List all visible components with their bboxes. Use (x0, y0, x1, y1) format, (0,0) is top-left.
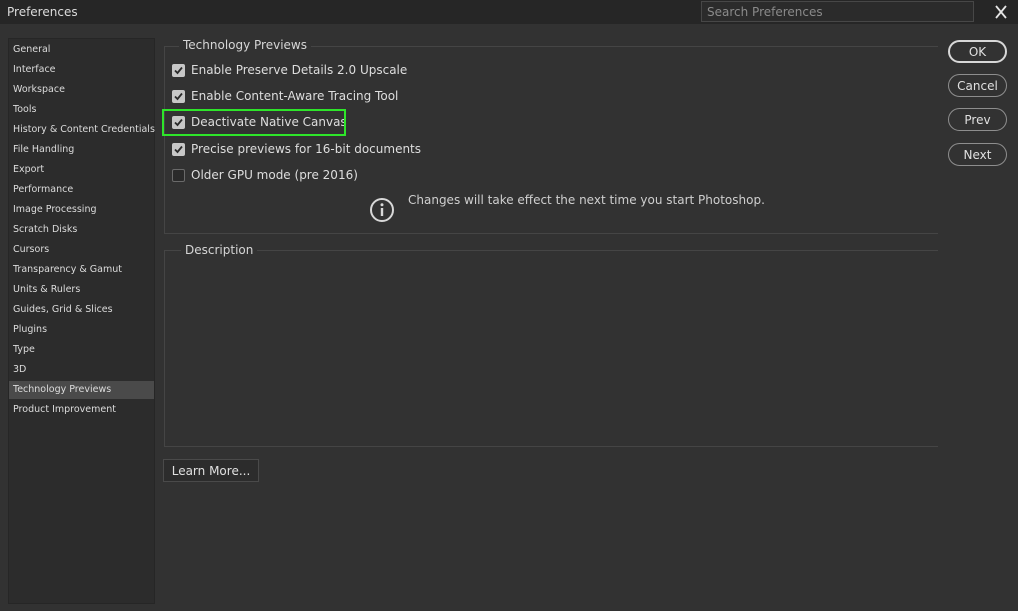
sidebar-item-scratch-disks[interactable]: Scratch Disks (9, 221, 154, 239)
close-icon[interactable] (991, 3, 1011, 21)
sidebar-item-cursors[interactable]: Cursors (9, 241, 154, 259)
checkbox-checked-icon[interactable] (172, 89, 185, 103)
sidebar-item-transparency[interactable]: Transparency & Gamut (9, 261, 154, 279)
option-label: Precise previews for 16-bit documents (191, 142, 422, 156)
cancel-button[interactable]: Cancel (948, 74, 1007, 97)
sidebar-item-type[interactable]: Type (9, 341, 154, 359)
checkbox-checked-icon[interactable] (172, 63, 185, 77)
ok-button[interactable]: OK (948, 40, 1007, 63)
sidebar-item-performance[interactable]: Performance (9, 181, 154, 199)
option-label: Older GPU mode (pre 2016) (191, 168, 358, 182)
sidebar-item-3d[interactable]: 3D (9, 361, 154, 379)
checkbox-unchecked-icon[interactable] (172, 168, 185, 182)
sidebar-item-history[interactable]: History & Content Credentials (9, 121, 155, 139)
sidebar-item-product-improvement[interactable]: Product Improvement (9, 401, 154, 419)
window-title: Preferences (7, 5, 78, 19)
option-content-aware-tracing[interactable]: Enable Content-Aware Tracing Tool (172, 87, 398, 105)
sidebar-item-plugins[interactable]: Plugins (9, 321, 154, 339)
sidebar-item-workspace[interactable]: Workspace (9, 81, 154, 99)
info-message: Changes will take effect the next time y… (408, 193, 765, 207)
info-icon (369, 197, 395, 223)
option-older-gpu-mode[interactable]: Older GPU mode (pre 2016) (172, 166, 358, 184)
learn-more-button[interactable]: Learn More... (163, 459, 259, 482)
highlight-box (162, 109, 346, 136)
sidebar: General Interface Workspace Tools Histor… (8, 38, 155, 604)
option-preserve-details[interactable]: Enable Preserve Details 2.0 Upscale (172, 61, 407, 79)
sidebar-item-export[interactable]: Export (9, 161, 154, 179)
checkbox-checked-icon[interactable] (172, 142, 185, 156)
sidebar-item-interface[interactable]: Interface (9, 61, 154, 79)
title-bar: Preferences (0, 0, 1018, 24)
next-button[interactable]: Next (948, 143, 1007, 166)
sidebar-item-units-rulers[interactable]: Units & Rulers (9, 281, 154, 299)
sidebar-item-file-handling[interactable]: File Handling (9, 141, 154, 159)
sidebar-item-tools[interactable]: Tools (9, 101, 154, 119)
sidebar-item-general[interactable]: General (9, 41, 154, 59)
search-input[interactable] (701, 1, 974, 22)
sidebar-item-guides[interactable]: Guides, Grid & Slices (9, 301, 154, 319)
option-precise-previews[interactable]: Precise previews for 16-bit documents (172, 140, 421, 158)
description-group (164, 250, 938, 447)
option-label: Enable Content-Aware Tracing Tool (191, 89, 399, 103)
sidebar-item-technology-previews[interactable]: Technology Previews (9, 381, 154, 399)
technology-previews-title: Technology Previews (179, 38, 311, 52)
sidebar-item-image-processing[interactable]: Image Processing (9, 201, 154, 219)
prev-button[interactable]: Prev (948, 108, 1007, 131)
option-label: Enable Preserve Details 2.0 Upscale (191, 63, 408, 77)
description-title: Description (181, 243, 258, 257)
